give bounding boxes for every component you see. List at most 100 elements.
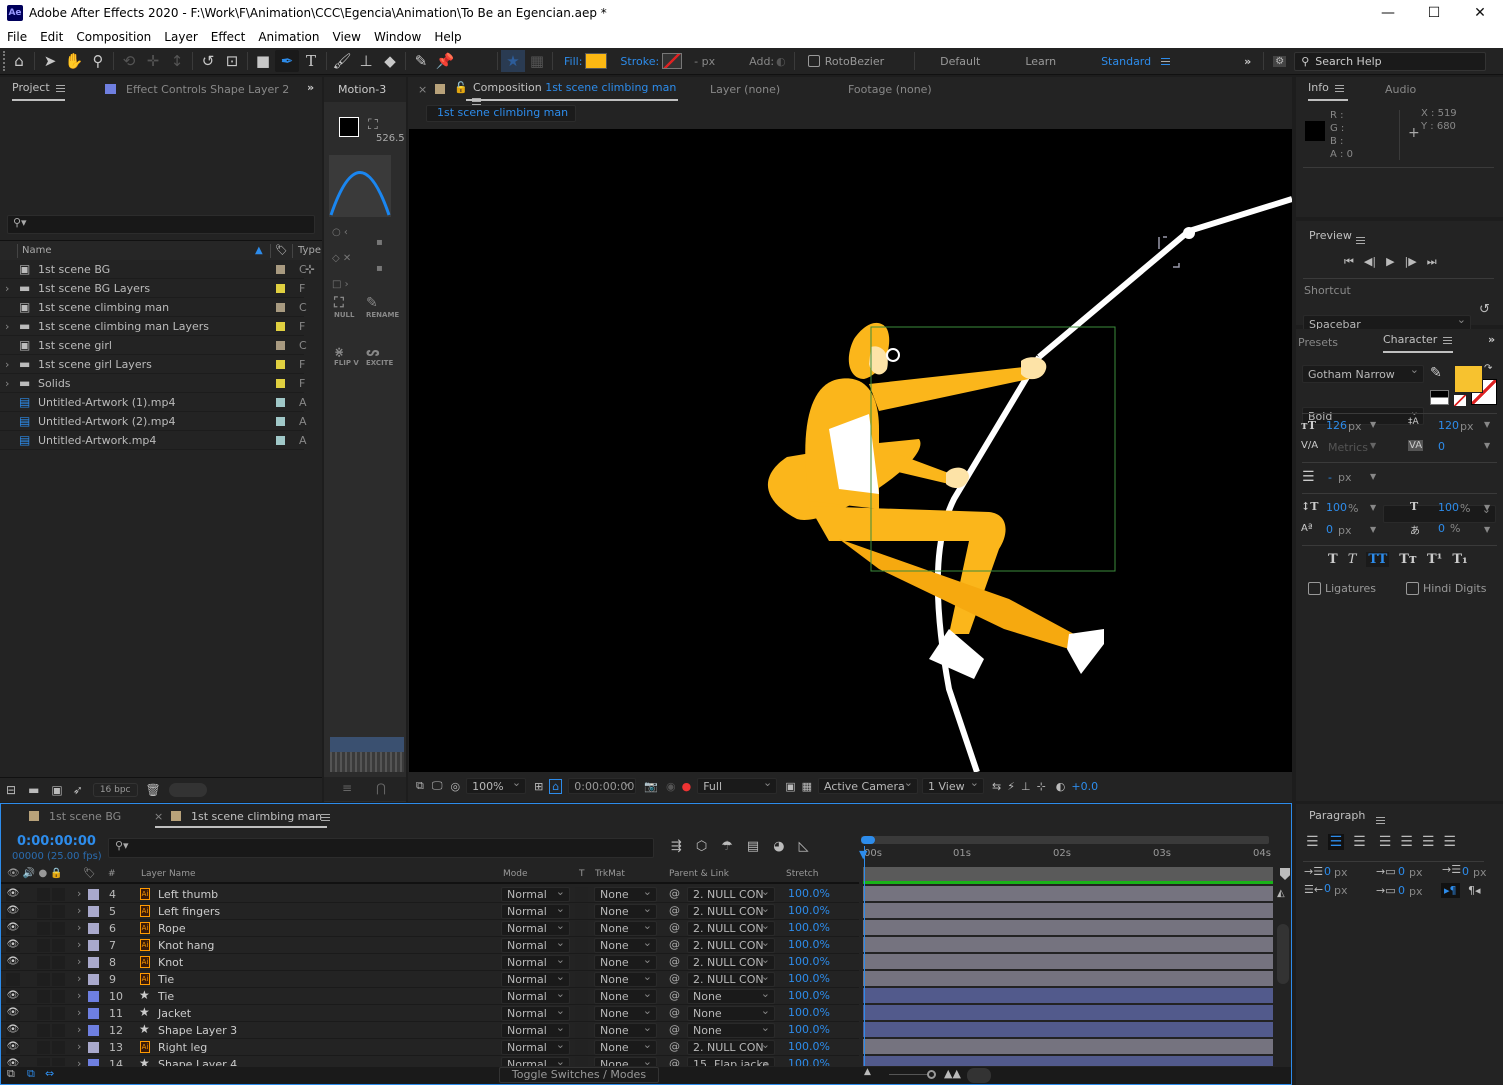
lock-toggle[interactable]: [52, 956, 65, 969]
layer-row[interactable]: 👁 › 11 ★ Jacket Normal None @ None 100.0%: [1, 1004, 859, 1022]
puppet-pin-icon[interactable]: 📌: [433, 50, 457, 72]
layer-duration-bar[interactable]: [863, 988, 1273, 1003]
prev-frame-icon[interactable]: ◀|: [1364, 255, 1376, 269]
justify-center-icon[interactable]: ☰: [1400, 834, 1413, 850]
reset-exposure-icon[interactable]: ◐: [1056, 780, 1066, 793]
fast-previews-icon[interactable]: ▣: [785, 780, 795, 793]
col-layer-name[interactable]: Layer Name: [141, 869, 196, 879]
timeline-horizontal-scrollbar[interactable]: [967, 1068, 991, 1083]
layer-label-chip[interactable]: [88, 906, 99, 917]
expand-arrow-icon[interactable]: ›: [77, 887, 81, 900]
parent-dropdown[interactable]: None: [687, 1006, 775, 1021]
view-layout-dropdown[interactable]: 1 View: [922, 776, 985, 794]
layer-name[interactable]: Left thumb: [158, 888, 218, 901]
stroke-width-dropdown-icon[interactable]: ▼: [1370, 472, 1376, 481]
magnification-dropdown[interactable]: 100%: [466, 776, 527, 794]
visibility-toggle[interactable]: 👁: [6, 939, 20, 952]
ease-slider-in[interactable]: ○ ‹ ▪: [332, 227, 402, 253]
expand-arrow-icon[interactable]: ›: [77, 938, 81, 951]
menu-view[interactable]: View: [326, 30, 367, 44]
panel-menu-icon[interactable]: [472, 97, 481, 105]
layer-row[interactable]: 👁 › 13 Ai Right leg Normal None @2. NULL CON 100…: [1, 1038, 859, 1056]
menu-file[interactable]: File: [0, 30, 33, 44]
superscript-button[interactable]: T¹: [1427, 552, 1442, 567]
visibility-toggle[interactable]: 👁: [6, 1041, 20, 1054]
lock-toggle[interactable]: [52, 1024, 65, 1037]
tab-layer[interactable]: Layer (none): [710, 83, 780, 96]
track-matte-dropdown[interactable]: None: [594, 886, 657, 902]
visibility-toggle[interactable]: 👁: [6, 990, 20, 1003]
project-item[interactable]: ▣ 1st scene girl C: [0, 336, 307, 355]
parent-dropdown[interactable]: 2. NULL CON: [687, 938, 775, 953]
lock-toggle[interactable]: [52, 990, 65, 1003]
show-snapshot-icon[interactable]: ◉: [666, 780, 676, 793]
pick-whip-icon[interactable]: @: [669, 887, 680, 900]
solo-toggle[interactable]: [37, 939, 50, 952]
tab-1st-scene-bg[interactable]: 1st scene BG: [49, 810, 121, 823]
snapshot-icon[interactable]: 📷: [644, 780, 658, 793]
expand-arrow-icon[interactable]: ›: [77, 921, 81, 934]
excite-button[interactable]: ᔕ EXCITE: [366, 345, 393, 367]
parent-dropdown[interactable]: 2. NULL CON: [687, 1040, 775, 1055]
expand-arrow-icon[interactable]: ›: [77, 904, 81, 917]
menu-help[interactable]: Help: [427, 30, 467, 44]
expand-arrow-icon[interactable]: ›: [77, 1057, 81, 1066]
layer-label-chip[interactable]: [88, 923, 99, 934]
stretch-value[interactable]: 100.0%: [788, 1040, 830, 1053]
visibility-toggle[interactable]: 👁: [6, 1007, 20, 1020]
menu-layer[interactable]: Layer: [157, 30, 203, 44]
visibility-toggle[interactable]: 👁: [6, 956, 20, 969]
grid-toggle-icon[interactable]: ▦: [525, 50, 549, 72]
fill-color-swatch[interactable]: [1454, 365, 1483, 393]
justify-left-icon[interactable]: ☰: [1379, 834, 1392, 850]
parent-dropdown[interactable]: 2. NULL CON: [687, 887, 775, 902]
panel-menu-icon[interactable]: [321, 814, 330, 821]
graph-editor-icon[interactable]: ◺: [799, 839, 809, 854]
motion-list-icon[interactable]: ≡: [342, 781, 352, 795]
rtl-direction-icon[interactable]: ¶◂: [1468, 884, 1481, 897]
timeline-search-input[interactable]: ⚲▾: [108, 838, 654, 858]
label-color-chip[interactable]: [276, 264, 285, 274]
layer-label-chip[interactable]: [88, 1025, 99, 1036]
rectangle-tool-icon[interactable]: ■: [251, 50, 275, 72]
pan-camera-icon[interactable]: ✛: [141, 50, 165, 72]
parent-dropdown[interactable]: 2. NULL CON: [687, 904, 775, 919]
toggle-switches-modes-button[interactable]: Toggle Switches / Modes: [499, 1067, 659, 1083]
preserve-transparency-toggle[interactable]: [575, 989, 588, 1004]
expand-arrow-icon[interactable]: ›: [77, 972, 81, 985]
panel-menu-icon[interactable]: [55, 84, 65, 92]
hscale-dropdown-icon[interactable]: ▼: [1484, 503, 1490, 512]
stretch-value[interactable]: 100.0%: [788, 887, 830, 900]
black-white-swatch[interactable]: [1430, 390, 1449, 405]
layer-duration-bar[interactable]: [863, 1056, 1273, 1066]
color-swatch[interactable]: [339, 117, 359, 137]
pick-whip-icon[interactable]: @: [669, 955, 680, 968]
align-right-icon[interactable]: ☰: [1353, 834, 1366, 850]
blend-mode-dropdown[interactable]: Normal: [501, 1021, 570, 1038]
align-center-icon[interactable]: ☰: [1327, 834, 1345, 850]
project-item[interactable]: ▤ Untitled-Artwork (2).mp4 A: [0, 412, 307, 431]
baseline-shift-value[interactable]: 0: [1326, 523, 1333, 536]
layer-label-chip[interactable]: [88, 1042, 99, 1053]
layer-duration-bar[interactable]: [863, 920, 1273, 935]
no-color-icon[interactable]: [1454, 395, 1466, 406]
first-line-indent-value[interactable]: 0: [1462, 865, 1469, 878]
layer-duration-bar[interactable]: [863, 903, 1273, 918]
layer-name[interactable]: Tie: [158, 973, 174, 986]
transfer-controls-icon[interactable]: ⧉: [27, 1067, 35, 1081]
blend-mode-dropdown[interactable]: Normal: [501, 953, 570, 970]
tsume-value[interactable]: 0: [1438, 522, 1445, 535]
baseline-dropdown-icon[interactable]: ▼: [1370, 525, 1376, 534]
layer-duration-bar[interactable]: [863, 1005, 1273, 1020]
eraser-tool-icon[interactable]: ◆: [378, 50, 402, 72]
layer-row[interactable]: 👁 › 7 Ai Knot hang Normal None @2. NULL CON 100.…: [1, 936, 859, 954]
add-menu-icon[interactable]: ◐: [776, 55, 786, 68]
stretch-value[interactable]: 100.0%: [788, 955, 830, 968]
lock-toggle[interactable]: [52, 973, 65, 986]
vscale-dropdown-icon[interactable]: ▼: [1370, 503, 1376, 512]
tab-info[interactable]: Info: [1308, 81, 1348, 101]
layer-label-chip[interactable]: [88, 1059, 99, 1066]
tab-composition[interactable]: Composition 1st scene climbing man: [466, 81, 678, 105]
solo-toggle[interactable]: [37, 1007, 50, 1020]
faux-italic-button[interactable]: T: [1348, 552, 1357, 567]
